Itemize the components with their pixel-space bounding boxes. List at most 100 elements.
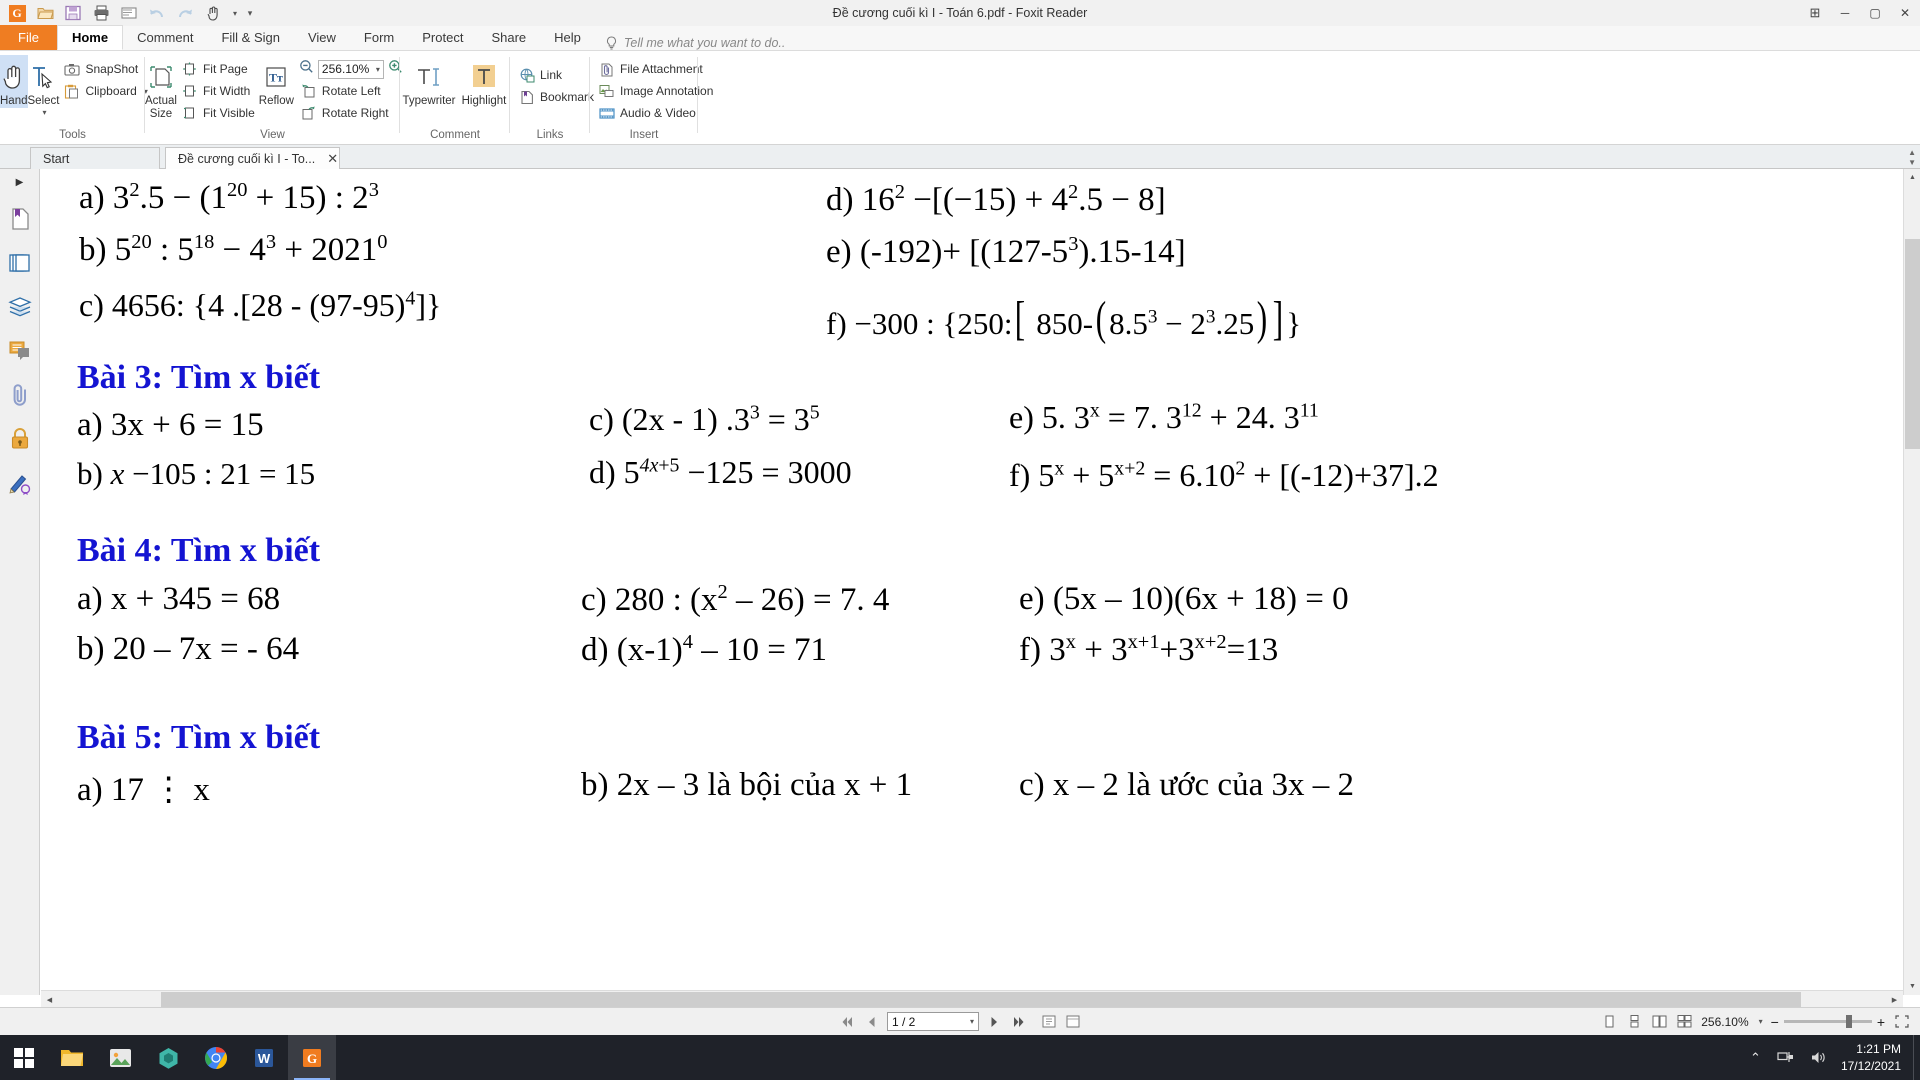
zoom-slider-track[interactable] [1783, 1015, 1872, 1028]
scroll-right-icon[interactable]: ▶ [1886, 991, 1903, 1008]
scroll-down-icon[interactable]: ▼ [1904, 978, 1920, 995]
doc-tab-active-document[interactable]: Đề cương cuối kì I - To... ✕ [165, 147, 340, 169]
volume-icon[interactable] [1802, 1050, 1835, 1065]
minimize-button[interactable]: ─ [1830, 0, 1860, 26]
fit-width-status-icon[interactable] [1064, 1013, 1081, 1031]
ribbon-tab-protect[interactable]: Protect [408, 25, 477, 50]
expand-pane-icon[interactable]: ▶ [16, 177, 24, 188]
page-thumbnails-icon[interactable] [7, 250, 33, 276]
network-icon[interactable] [1769, 1050, 1802, 1065]
ribbon-tab-form[interactable]: Form [350, 25, 408, 50]
customize-qat-icon[interactable]: ▾ [242, 2, 258, 24]
attachments-icon[interactable] [7, 382, 33, 408]
rotate-left-button[interactable]: Rotate Left [296, 80, 406, 102]
bookmarks-icon[interactable] [7, 206, 33, 232]
zoom-slider-handle[interactable] [1845, 1015, 1852, 1028]
doc-tab-scroll-buttons[interactable]: ▲ ▼ [1908, 148, 1916, 167]
clipboard-button[interactable]: Clipboard ▾ [59, 80, 151, 102]
photos-icon[interactable] [96, 1035, 144, 1080]
ribbon-tab-view[interactable]: View [294, 25, 350, 50]
document-view[interactable]: a) 32.5 − (120 + 15) : 23 b) 520 : 518 −… [41, 169, 1903, 995]
windows-start-icon[interactable] [0, 1035, 48, 1080]
zoom-out-button[interactable]: − [1771, 1014, 1779, 1030]
bookmark-button[interactable]: Bookmark [514, 86, 598, 108]
select-caret-icon[interactable]: ▾ [42, 108, 46, 117]
print-icon[interactable] [88, 2, 114, 24]
ribbon-tab-share[interactable]: Share [477, 25, 540, 50]
fit-visible-button[interactable]: Fit Visible [177, 102, 259, 124]
layers-icon[interactable] [7, 294, 33, 320]
fit-page-status-icon[interactable] [1040, 1013, 1057, 1031]
fit-page-button[interactable]: Fit Page [177, 58, 259, 80]
show-hidden-icons-icon[interactable]: ⌃ [1742, 1050, 1769, 1066]
ribbon-tab-home[interactable]: Home [56, 25, 124, 50]
page-number-input[interactable]: 1 / 2 ▾ [887, 1012, 979, 1031]
single-page-view-icon[interactable] [1601, 1013, 1618, 1031]
continuous-view-icon[interactable] [1626, 1013, 1643, 1031]
comments-icon[interactable] [7, 338, 33, 364]
snapshot-button[interactable]: SnapShot [59, 58, 151, 80]
select-tool-button[interactable]: Select ▾ [28, 55, 59, 117]
link-button[interactable]: Link [514, 64, 598, 86]
redo-icon[interactable] [172, 2, 198, 24]
file-explorer-icon[interactable] [48, 1035, 96, 1080]
zoom-slider[interactable]: − + [1771, 1014, 1885, 1030]
ribbon-tab-file[interactable]: File [0, 25, 57, 50]
ribbon-tab-fill-sign[interactable]: Fill & Sign [207, 25, 294, 50]
taskbar-clock[interactable]: 1:21 PM 17/12/2021 [1835, 1041, 1913, 1073]
close-icon[interactable]: ✕ [327, 151, 338, 167]
doc-tab-start[interactable]: Start [30, 147, 160, 169]
prev-page-icon[interactable] [863, 1013, 880, 1031]
email-icon[interactable] [116, 2, 142, 24]
foxit-reader-icon[interactable]: G [288, 1035, 336, 1080]
qat-hand-caret-icon[interactable]: ▾ [228, 2, 240, 24]
security-icon[interactable] [7, 426, 33, 452]
page-dropdown-caret-icon[interactable]: ▾ [970, 1017, 974, 1026]
horizontal-scroll-thumb[interactable] [161, 992, 1801, 1007]
status-zoom-caret-icon[interactable]: ▾ [1759, 1017, 1763, 1026]
scroll-up-icon[interactable]: ▲ [1904, 169, 1920, 186]
zoom-dropdown-caret-icon[interactable]: ▾ [376, 65, 380, 74]
open-icon[interactable] [32, 2, 58, 24]
save-icon[interactable] [60, 2, 86, 24]
vertical-scrollbar[interactable]: ▲ ▼ [1903, 169, 1920, 995]
app-icon[interactable] [144, 1035, 192, 1080]
vertical-scroll-thumb[interactable] [1905, 239, 1920, 449]
fit-width-button[interactable]: Fit Width [177, 80, 259, 102]
ribbon-tab-help[interactable]: Help [540, 25, 595, 50]
image-annotation-button[interactable]: Image Annotation [594, 80, 717, 102]
horizontal-scrollbar[interactable]: ◀ ▶ [41, 990, 1903, 1007]
ribbon-tab-comment[interactable]: Comment [123, 25, 207, 50]
undo-icon[interactable] [144, 2, 170, 24]
doc-tab-scroll-down-icon[interactable]: ▼ [1908, 158, 1916, 167]
rotate-right-button[interactable]: Rotate Right [296, 102, 406, 124]
fullscreen-icon[interactable] [1893, 1013, 1910, 1031]
reflow-button[interactable]: Tт Reflow [259, 55, 294, 108]
signatures-icon[interactable] [7, 470, 33, 496]
hand-tool-icon[interactable] [200, 2, 226, 24]
close-button[interactable]: ✕ [1890, 0, 1920, 26]
show-desktop-button[interactable] [1913, 1035, 1920, 1080]
tell-me-search[interactable]: Tell me what you want to do.. [595, 36, 795, 50]
zoom-in-button[interactable]: + [1877, 1014, 1885, 1030]
word-icon[interactable]: W [240, 1035, 288, 1080]
hand-tool-button[interactable]: Hand [0, 55, 28, 108]
scroll-left-icon[interactable]: ◀ [41, 991, 58, 1008]
highlight-button[interactable]: Highlight [458, 55, 510, 108]
continuous-facing-view-icon[interactable] [1676, 1013, 1693, 1031]
next-page-icon[interactable] [986, 1013, 1003, 1031]
first-page-icon[interactable] [839, 1013, 856, 1031]
ribbon-display-options-icon[interactable]: ⊞ [1800, 0, 1830, 26]
typewriter-button[interactable]: Typewriter [400, 55, 458, 108]
chrome-icon[interactable] [192, 1035, 240, 1080]
doc-tab-scroll-up-icon[interactable]: ▲ [1908, 148, 1916, 157]
file-attachment-button[interactable]: File Attachment [594, 58, 717, 80]
zoom-level-input[interactable]: 256.10% ▾ [317, 59, 384, 79]
actual-size-button[interactable]: Actual Size [145, 55, 177, 120]
foxit-logo[interactable]: G [4, 2, 30, 24]
maximize-button[interactable]: ▢ [1860, 0, 1890, 26]
last-page-icon[interactable] [1010, 1013, 1027, 1031]
zoom-out-icon[interactable] [299, 59, 314, 79]
audio-video-button[interactable]: Audio & Video [594, 102, 717, 124]
facing-view-icon[interactable] [1651, 1013, 1668, 1031]
